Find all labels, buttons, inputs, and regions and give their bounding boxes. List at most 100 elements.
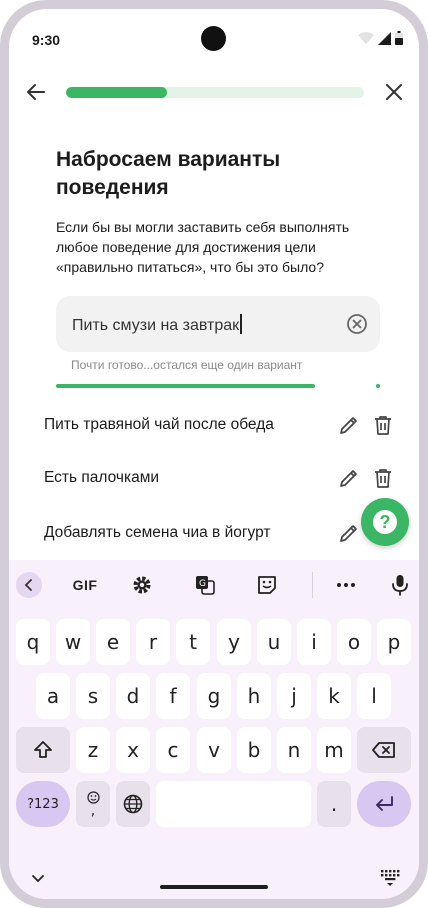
space-key[interactable]	[156, 781, 311, 827]
key-l[interactable]: l	[357, 673, 391, 719]
close-button[interactable]	[381, 79, 407, 105]
backspace-icon	[372, 742, 395, 758]
key-o[interactable]: o	[337, 619, 371, 665]
svg-text:G: G	[199, 579, 206, 589]
screen: 9:30 Набросаем варианты поведения Если б…	[9, 9, 419, 899]
keyboard-hide-button[interactable]	[29, 870, 47, 888]
edit-button[interactable]	[338, 522, 360, 544]
key-s[interactable]: s	[76, 673, 110, 719]
shift-key[interactable]	[16, 727, 70, 773]
list-item: Есть палочками	[44, 463, 394, 495]
gear-icon	[133, 576, 151, 594]
text-caret	[240, 314, 242, 334]
list-item: Пить травяной чай после обеда	[44, 410, 394, 442]
language-key[interactable]	[116, 781, 150, 827]
more-horizontal-icon	[337, 583, 355, 587]
back-button[interactable]	[23, 79, 49, 105]
status-time: 9:30	[32, 32, 61, 48]
keyboard-toolbar: GIF G	[9, 560, 419, 608]
settings-button[interactable]	[129, 572, 155, 598]
question-mark-icon: ?	[373, 510, 397, 534]
key-h[interactable]: h	[237, 673, 271, 719]
shift-icon	[34, 741, 52, 758]
pencil-icon	[340, 417, 357, 434]
edit-button[interactable]	[338, 467, 360, 489]
key-e[interactable]: e	[96, 619, 130, 665]
more-button[interactable]	[333, 572, 359, 598]
device-frame: 9:30 Набросаем варианты поведения Если б…	[0, 0, 428, 908]
key-y[interactable]: y	[217, 619, 251, 665]
backspace-key[interactable]	[357, 727, 411, 773]
key-d[interactable]: d	[116, 673, 150, 719]
keyboard-icon	[381, 870, 400, 886]
on-screen-keyboard: GIF G q w e r t y u i o p a s d f g h j …	[9, 560, 419, 899]
behavior-input[interactable]: Пить смузи на завтрак	[56, 296, 380, 352]
key-p[interactable]: p	[377, 619, 411, 665]
key-i[interactable]: i	[297, 619, 331, 665]
hint-text: Почти готово...остался еще один вариант	[71, 358, 303, 372]
keyboard-switch-button[interactable]	[379, 867, 401, 887]
page-title: Набросаем варианты поведения	[56, 148, 281, 199]
translate-icon: G	[196, 576, 215, 595]
arrow-left-icon	[27, 84, 45, 100]
key-r[interactable]: r	[136, 619, 170, 665]
toolbar-divider	[312, 572, 313, 598]
key-g[interactable]: g	[197, 673, 231, 719]
emoji-comma-key[interactable]: ,	[76, 781, 110, 827]
variants-progress-end	[376, 384, 380, 388]
globe-icon	[123, 794, 143, 814]
key-u[interactable]: u	[257, 619, 291, 665]
question-text: Если бы вы могли заставить себя выполнят…	[56, 219, 350, 275]
help-button[interactable]: ?	[361, 498, 409, 546]
key-n[interactable]: n	[277, 727, 311, 773]
key-w[interactable]: w	[56, 619, 90, 665]
enter-icon	[376, 796, 393, 811]
key-j[interactable]: j	[277, 673, 311, 719]
key-v[interactable]: v	[197, 727, 231, 773]
sticker-button[interactable]	[254, 572, 280, 598]
key-z[interactable]: z	[76, 727, 110, 773]
key-t[interactable]: t	[176, 619, 210, 665]
pencil-icon	[340, 470, 357, 487]
list-item-label: Есть палочками	[44, 469, 160, 486]
key-a[interactable]: a	[36, 673, 70, 719]
behavior-input-text[interactable]: Пить смузи на завтрак	[72, 314, 242, 335]
key-m[interactable]: m	[317, 727, 351, 773]
delete-button[interactable]	[372, 414, 394, 436]
variants-progress-fill	[56, 384, 316, 388]
gif-button[interactable]: GIF	[65, 572, 105, 598]
translate-button[interactable]: G	[192, 572, 218, 598]
list-item: Добавлять семена чиа в йогурт	[44, 518, 394, 550]
variants-progress	[56, 384, 380, 388]
edit-button[interactable]	[338, 414, 360, 436]
clear-input-button[interactable]	[346, 313, 368, 335]
battery-icon	[395, 31, 403, 45]
key-q[interactable]: q	[16, 619, 50, 665]
enter-key[interactable]	[357, 781, 411, 827]
pencil-icon	[340, 525, 357, 542]
key-c[interactable]: c	[156, 727, 190, 773]
symbols-key[interactable]: ?123	[16, 781, 70, 827]
home-indicator[interactable]	[160, 885, 268, 889]
clear-circle-icon	[347, 314, 367, 334]
period-key[interactable]: .	[317, 781, 351, 827]
close-icon	[386, 84, 402, 100]
emoji-icon	[86, 790, 100, 804]
trash-icon	[375, 416, 391, 435]
gif-label: GIF	[72, 577, 98, 593]
key-f[interactable]: f	[156, 673, 190, 719]
signal-icon	[378, 32, 391, 45]
key-k[interactable]: k	[317, 673, 351, 719]
voice-input-button[interactable]	[387, 572, 413, 598]
key-b[interactable]: b	[237, 727, 271, 773]
list-item-label: Добавлять семена чиа в йогурт	[44, 524, 271, 541]
collapse-toolbar-button[interactable]	[16, 572, 42, 598]
comma-label: ,	[90, 802, 96, 819]
list-item-label: Пить травяной чай после обеда	[44, 416, 274, 433]
chevron-left-icon	[24, 579, 32, 591]
status-icons	[358, 31, 403, 45]
key-x[interactable]: x	[116, 727, 150, 773]
delete-button[interactable]	[372, 467, 394, 489]
chevron-down-icon	[32, 875, 44, 883]
progress-bar-fill	[66, 87, 168, 98]
